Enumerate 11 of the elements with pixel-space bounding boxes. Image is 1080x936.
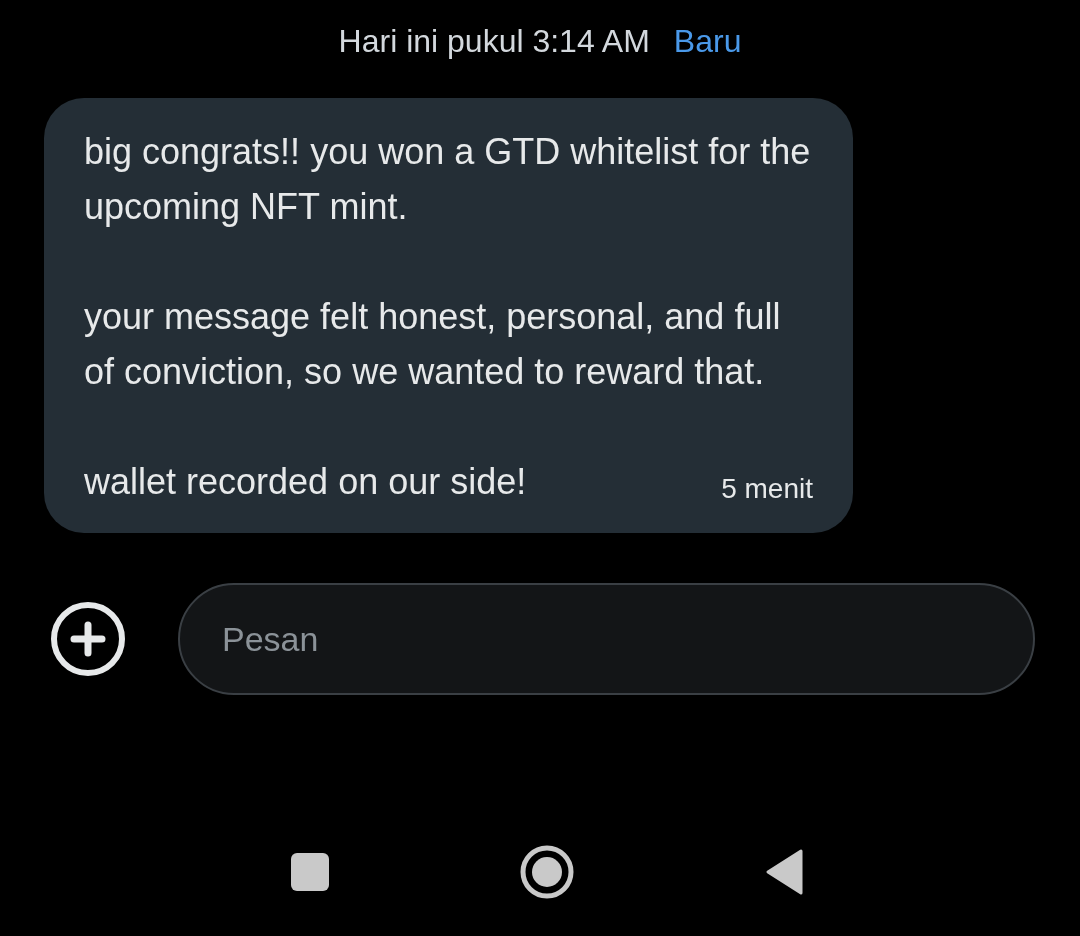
home-icon[interactable] xyxy=(519,844,575,900)
new-label: Baru xyxy=(673,22,742,61)
back-icon[interactable] xyxy=(765,849,803,895)
message-time: 5 menit xyxy=(721,472,813,506)
recents-icon[interactable] xyxy=(291,853,329,891)
timestamp: Hari ini pukul 3:14 AM xyxy=(338,22,650,61)
message-text: your message felt honest, personal, and full of conviction, so we wanted to reward that. xyxy=(84,295,782,394)
message-text: big congrats!! you won a GTD whitelist for the upcoming NFT mint. xyxy=(84,130,812,229)
add-icon[interactable] xyxy=(50,601,126,677)
message-text: wallet recorded on our side! xyxy=(84,460,527,504)
message-input[interactable]: Pesan xyxy=(178,583,1035,695)
